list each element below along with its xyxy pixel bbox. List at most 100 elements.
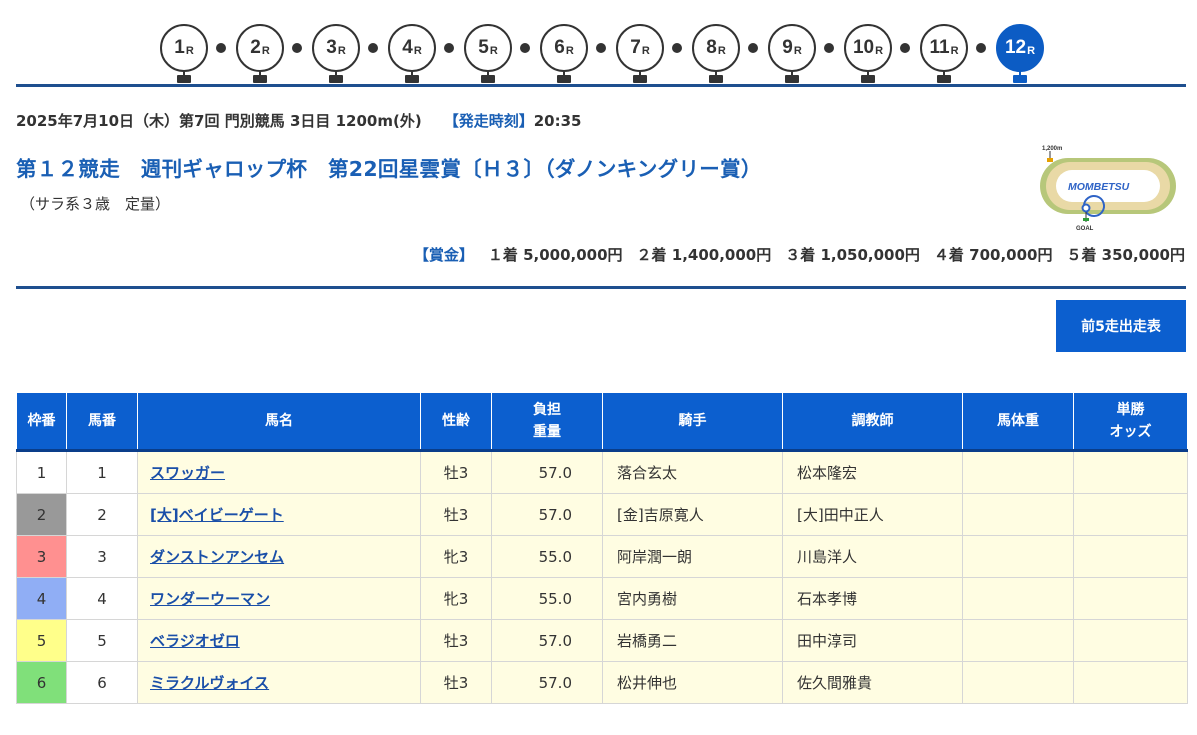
horse-name-link[interactable]: ダンストンアンセム <box>150 548 284 566</box>
race-number: 7 <box>630 37 641 58</box>
top-divider <box>16 84 1186 87</box>
race-separator-dot <box>900 43 910 53</box>
header-odds[interactable]: 単勝 オッズ <box>1073 392 1188 452</box>
horse-name-cell: [大]ベイビーゲート <box>137 493 421 536</box>
trainer-cell: 石本孝博 <box>782 577 963 620</box>
weight-cell: 55.0 <box>491 577 603 620</box>
race-button-7[interactable]: 7R <box>616 24 664 84</box>
race-number: 12 <box>1004 37 1027 58</box>
horse-name-cell: ミラクルヴォイス <box>137 661 421 704</box>
race-date-venue: 2025年7月10日（木）第7回 門別競馬 3日目 1200m(外) <box>16 112 422 130</box>
race-number-badge: 7R <box>616 24 664 72</box>
sex-age-cell: 牝3 <box>420 535 492 578</box>
race-pin-foot <box>937 75 951 83</box>
odds-cell <box>1073 493 1188 536</box>
umaban-cell: 4 <box>66 577 138 620</box>
waku-cell: 1 <box>16 450 67 494</box>
race-pin-foot <box>709 75 723 83</box>
header-jockey[interactable]: 騎手 <box>602 392 783 452</box>
race-button-10[interactable]: 10 R <box>844 24 892 84</box>
race-number: 4 <box>402 37 413 58</box>
race-button-11[interactable]: 11 R <box>920 24 968 84</box>
race-separator-dot <box>292 43 302 53</box>
horse-name-link[interactable]: ワンダーウーマン <box>150 590 270 608</box>
horse-name-cell: ベラジオゼロ <box>137 619 421 662</box>
race-suffix: R <box>185 45 194 57</box>
trainer-cell: [大]田中正人 <box>782 493 963 536</box>
header-umaban[interactable]: 馬番 <box>66 392 138 452</box>
weight-cell: 57.0 <box>491 493 603 536</box>
header-odds-line2: オッズ <box>1109 424 1152 440</box>
horse-name-cell: スワッガー <box>137 450 421 494</box>
table-header-row: 枠番 馬番 馬名 性齢 負担 重量 騎手 調教師 馬体重 単勝オッズ <box>16 392 1188 452</box>
body-weight-cell <box>962 661 1074 704</box>
race-number-badge: 10 R <box>844 24 892 72</box>
horse-name-cell: ダンストンアンセム <box>137 535 421 578</box>
body-weight-cell <box>962 493 1074 536</box>
jockey-cell: 松井伸也 <box>602 661 783 704</box>
past-five-races-button[interactable]: 前5走出走表 <box>1056 300 1186 352</box>
jockey-cell: 落合玄太 <box>602 450 783 494</box>
race-number: 1 <box>174 37 185 58</box>
race-button-4[interactable]: 4R <box>388 24 436 84</box>
race-button-2[interactable]: 2R <box>236 24 284 84</box>
start-time-label: 【発走時刻】 <box>443 112 534 130</box>
horse-name-link[interactable]: スワッガー <box>150 464 225 482</box>
prize-5th: ５着 350,000円 <box>1066 246 1185 264</box>
race-number-badge: 5R <box>464 24 512 72</box>
prize-1st: １着 5,000,000円 <box>487 246 623 264</box>
sex-age-cell: 牡3 <box>420 661 492 704</box>
race-separator-dot <box>748 43 758 53</box>
race-number-badge: 2R <box>236 24 284 72</box>
header-odds-line1: 単勝 <box>1116 402 1145 418</box>
umaban-cell: 1 <box>66 450 138 494</box>
entries-table: 枠番 馬番 馬名 性齢 負担 重量 騎手 調教師 馬体重 単勝オッズ 1 1 スワッガ… <box>16 392 1188 704</box>
race-button-6[interactable]: 6R <box>540 24 588 84</box>
race-button-3[interactable]: 3R <box>312 24 360 84</box>
race-button-5[interactable]: 5R <box>464 24 512 84</box>
race-conditions: （サラ系３歳 定量） <box>20 195 171 213</box>
odds-cell <box>1073 450 1188 494</box>
umaban-cell: 5 <box>66 619 138 662</box>
table-row: 3 3 ダンストンアンセム 牝3 55.0 阿岸潤一朗 川島洋人 <box>16 535 1188 578</box>
course-map: 1,200m MOMBETSU GOAL <box>1040 146 1176 232</box>
race-title: 第１２競走 週刊ギャロップ杯 第22回星雲賞〔Ｈ３〕（ダノンキングリー賞） <box>16 157 762 181</box>
race-suffix: R <box>261 45 270 57</box>
race-separator-dot <box>216 43 226 53</box>
race-pin-foot <box>785 75 799 83</box>
header-weight[interactable]: 負担 重量 <box>491 392 603 452</box>
info-divider <box>16 286 1186 289</box>
race-button-8[interactable]: 8R <box>692 24 740 84</box>
horse-name-link[interactable]: [大]ベイビーゲート <box>150 506 284 524</box>
waku-cell: 4 <box>16 577 67 620</box>
course-distance-label: 1,200m <box>1042 146 1062 152</box>
header-trainer[interactable]: 調教師 <box>782 392 963 452</box>
start-time: 20:35 <box>533 112 582 130</box>
race-number-badge: 4R <box>388 24 436 72</box>
body-weight-cell <box>962 577 1074 620</box>
sex-age-cell: 牡3 <box>420 619 492 662</box>
race-number: 11 <box>929 37 950 58</box>
race-button-1[interactable]: 1R <box>160 24 208 84</box>
race-number: 2 <box>250 37 261 58</box>
table-row: 6 6 ミラクルヴォイス 牡3 57.0 松井伸也 佐久間雅貴 <box>16 661 1188 704</box>
course-track-name: MOMBETSU <box>1068 181 1130 193</box>
race-button-12[interactable]: 12 R <box>996 24 1044 84</box>
horse-name-link[interactable]: ミラクルヴォイス <box>150 674 269 692</box>
body-weight-cell <box>962 619 1074 662</box>
weight-cell: 57.0 <box>491 661 603 704</box>
header-body-weight[interactable]: 馬体重 <box>962 392 1074 452</box>
race-pin-foot <box>861 75 875 83</box>
trainer-cell: 松本隆宏 <box>782 450 963 494</box>
header-sex-age[interactable]: 性齢 <box>420 392 492 452</box>
table-row: 4 4 ワンダーウーマン 牝3 55.0 宮内勇樹 石本孝博 <box>16 577 1188 620</box>
umaban-cell: 3 <box>66 535 138 578</box>
header-horse-name[interactable]: 馬名 <box>137 392 421 452</box>
prize-2nd: ２着 1,400,000円 <box>636 246 772 264</box>
horse-name-link[interactable]: ベラジオゼロ <box>150 632 240 650</box>
race-pin-foot <box>481 75 495 83</box>
race-separator-dot <box>444 43 454 53</box>
header-waku[interactable]: 枠番 <box>16 392 67 452</box>
race-button-9[interactable]: 9R <box>768 24 816 84</box>
race-pin-foot <box>177 75 191 83</box>
